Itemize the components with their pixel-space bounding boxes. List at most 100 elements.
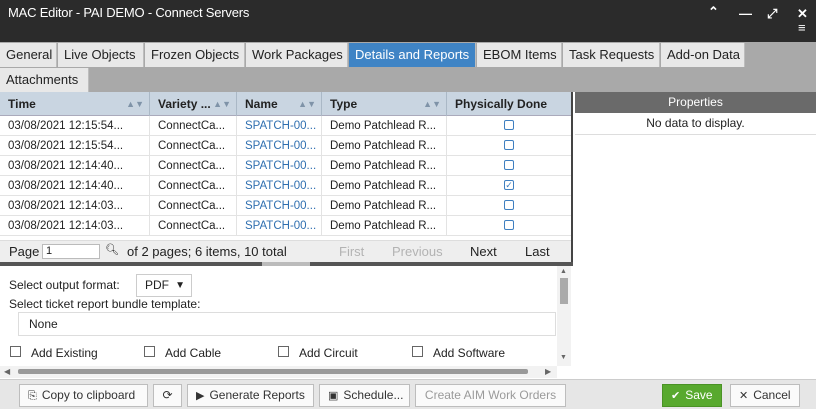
window-title: MAC Editor - PAI DEMO - Connect Servers [8,5,250,20]
previous-page-button[interactable]: Previous [392,244,443,259]
scroll-thumb[interactable] [560,278,568,304]
column-header-name[interactable]: Name ▲▼ [237,92,322,116]
physically-done-checkbox[interactable] [504,140,514,150]
menu-icon[interactable]: ≡ [798,20,806,35]
refresh-button[interactable]: ⟳ [153,384,182,407]
add-cable-checkbox[interactable] [144,346,155,357]
template-select[interactable]: None [18,312,556,336]
column-header-physically-done[interactable]: Physically Done [447,92,571,116]
create-aim-work-orders-button[interactable]: Create AIM Work Orders [415,384,566,407]
scroll-up-icon[interactable]: ▲ [560,268,567,275]
grid-header: Time ▲▼ Variety ... ▲▼ Name ▲▼ Type ▲▼ Physi… [0,92,571,116]
save-button[interactable]: ✔ Save [662,384,722,407]
pager: Page 1 🔍︎ of 2 pages; 6 items, 10 total … [0,240,571,262]
physically-done-checkbox[interactable] [504,160,514,170]
cancel-button[interactable]: ✕ Cancel [730,384,800,407]
output-format-label: Select output format: [9,278,120,292]
cell-variety: ConnectCa... [150,216,237,236]
pager-summary: of 2 pages; 6 items, 10 total [127,244,287,259]
clipboard-icon: ⎘ [28,390,37,402]
table-row[interactable]: 03/08/2021 12:14:03... ConnectCa... SPAT… [0,216,571,236]
cell-time: 03/08/2021 12:15:54... [0,136,150,156]
generate-reports-button[interactable]: ▶ Generate Reports [187,384,314,407]
table-row[interactable]: 03/08/2021 12:14:03... ConnectCa... SPAT… [0,196,571,216]
scroll-down-icon[interactable]: ▼ [560,354,567,361]
options-vertical-scrollbar[interactable]: ▲ ▼ [557,266,571,366]
cell-type: Demo Patchlead R... [322,156,447,176]
tab-details-and-reports[interactable]: Details and Reports [349,43,476,67]
tab-general[interactable]: General [0,43,57,67]
page-input[interactable]: 1 [42,244,100,259]
collapse-icon[interactable]: ⌃ [708,4,719,20]
cell-time: 03/08/2021 12:14:03... [0,216,150,236]
properties-panel: Properties No data to display. [575,92,816,379]
cell-type: Demo Patchlead R... [322,196,447,216]
cell-name-link[interactable]: SPATCH-00... [237,136,322,156]
minimize-icon[interactable]: — [739,6,752,21]
column-header-time[interactable]: Time ▲▼ [0,92,150,116]
maximize-icon[interactable]: ⤢ [767,6,777,22]
tab-work-packages[interactable]: Work Packages [246,43,348,67]
cell-time: 03/08/2021 12:14:40... [0,156,150,176]
cell-time: 03/08/2021 12:14:40... [0,176,150,196]
physically-done-checkbox[interactable] [504,220,514,230]
tab-bar: General Live Objects Frozen Objects Work… [0,42,816,92]
last-page-button[interactable]: Last [525,244,550,259]
physically-done-checkbox[interactable] [504,120,514,130]
footer-toolbar: ⎘ Copy to clipboard ⟳ ▶ Generate Reports ▣… [0,379,816,409]
column-header-type[interactable]: Type ▲▼ [322,92,447,116]
check-icon: ✔ [671,390,681,402]
search-icon[interactable]: 🔍︎ [105,243,119,256]
page-label: Page [9,244,40,259]
schedule-button[interactable]: ▣ Schedule... [319,384,410,407]
cell-name-link[interactable]: SPATCH-00... [237,216,322,236]
cell-variety: ConnectCa... [150,156,237,176]
add-existing-label: Add Existing [31,346,98,360]
physically-done-checkbox[interactable] [504,200,514,210]
cell-name-link[interactable]: SPATCH-00... [237,156,322,176]
column-header-variety[interactable]: Variety ... ▲▼ [150,92,237,116]
title-bar: MAC Editor - PAI DEMO - Connect Servers … [0,0,816,42]
tab-frozen-objects[interactable]: Frozen Objects [145,43,245,67]
cell-time: 03/08/2021 12:15:54... [0,116,150,136]
options-horizontal-scrollbar[interactable]: ◀ ▶ [0,366,557,378]
report-options: Select output format: PDF ▼ Select ticke… [0,266,573,379]
properties-empty-text: No data to display. [575,113,816,135]
cell-time: 03/08/2021 12:14:03... [0,196,150,216]
table-row[interactable]: 03/08/2021 12:14:40... ConnectCa... SPAT… [0,176,571,196]
sort-icon: ▲▼ [126,99,144,109]
scroll-left-icon[interactable]: ◀ [4,367,10,376]
add-software-checkbox[interactable] [412,346,423,357]
cell-name-link[interactable]: SPATCH-00... [237,176,322,196]
next-page-button[interactable]: Next [470,244,497,259]
add-existing-checkbox[interactable] [10,346,21,357]
cell-variety: ConnectCa... [150,176,237,196]
tab-attachments[interactable]: Attachments [0,68,89,92]
add-software-label: Add Software [433,346,506,360]
check-icon: ✓ [505,180,513,190]
physically-done-checkbox-checked[interactable]: ✓ [504,180,514,190]
table-row[interactable]: 03/08/2021 12:15:54... ConnectCa... SPAT… [0,136,571,156]
first-page-button[interactable]: First [339,244,364,259]
tab-add-on-data[interactable]: Add-on Data [661,43,745,67]
sort-icon: ▲▼ [298,99,316,109]
cell-name-link[interactable]: SPATCH-00... [237,196,322,216]
calendar-icon: ▣ [328,390,339,402]
cell-variety: ConnectCa... [150,196,237,216]
add-circuit-checkbox[interactable] [278,346,289,357]
copy-to-clipboard-button[interactable]: ⎘ Copy to clipboard [19,384,148,407]
scroll-thumb[interactable] [18,369,528,374]
output-format-select[interactable]: PDF ▼ [136,274,192,297]
cell-name-link[interactable]: SPATCH-00... [237,116,322,136]
table-row[interactable]: 03/08/2021 12:15:54... ConnectCa... SPAT… [0,116,571,136]
table-row[interactable]: 03/08/2021 12:14:40... ConnectCa... SPAT… [0,156,571,176]
caret-down-icon: ▼ [175,280,185,291]
tab-task-requests[interactable]: Task Requests [563,43,660,67]
sort-icon: ▲▼ [423,99,441,109]
properties-header: Properties [575,92,816,113]
scroll-right-icon[interactable]: ▶ [545,367,551,376]
tab-live-objects[interactable]: Live Objects [58,43,144,67]
tab-ebom-items[interactable]: EBOM Items [477,43,562,67]
play-icon: ▶ [196,390,205,402]
refresh-icon: ⟳ [162,388,173,402]
